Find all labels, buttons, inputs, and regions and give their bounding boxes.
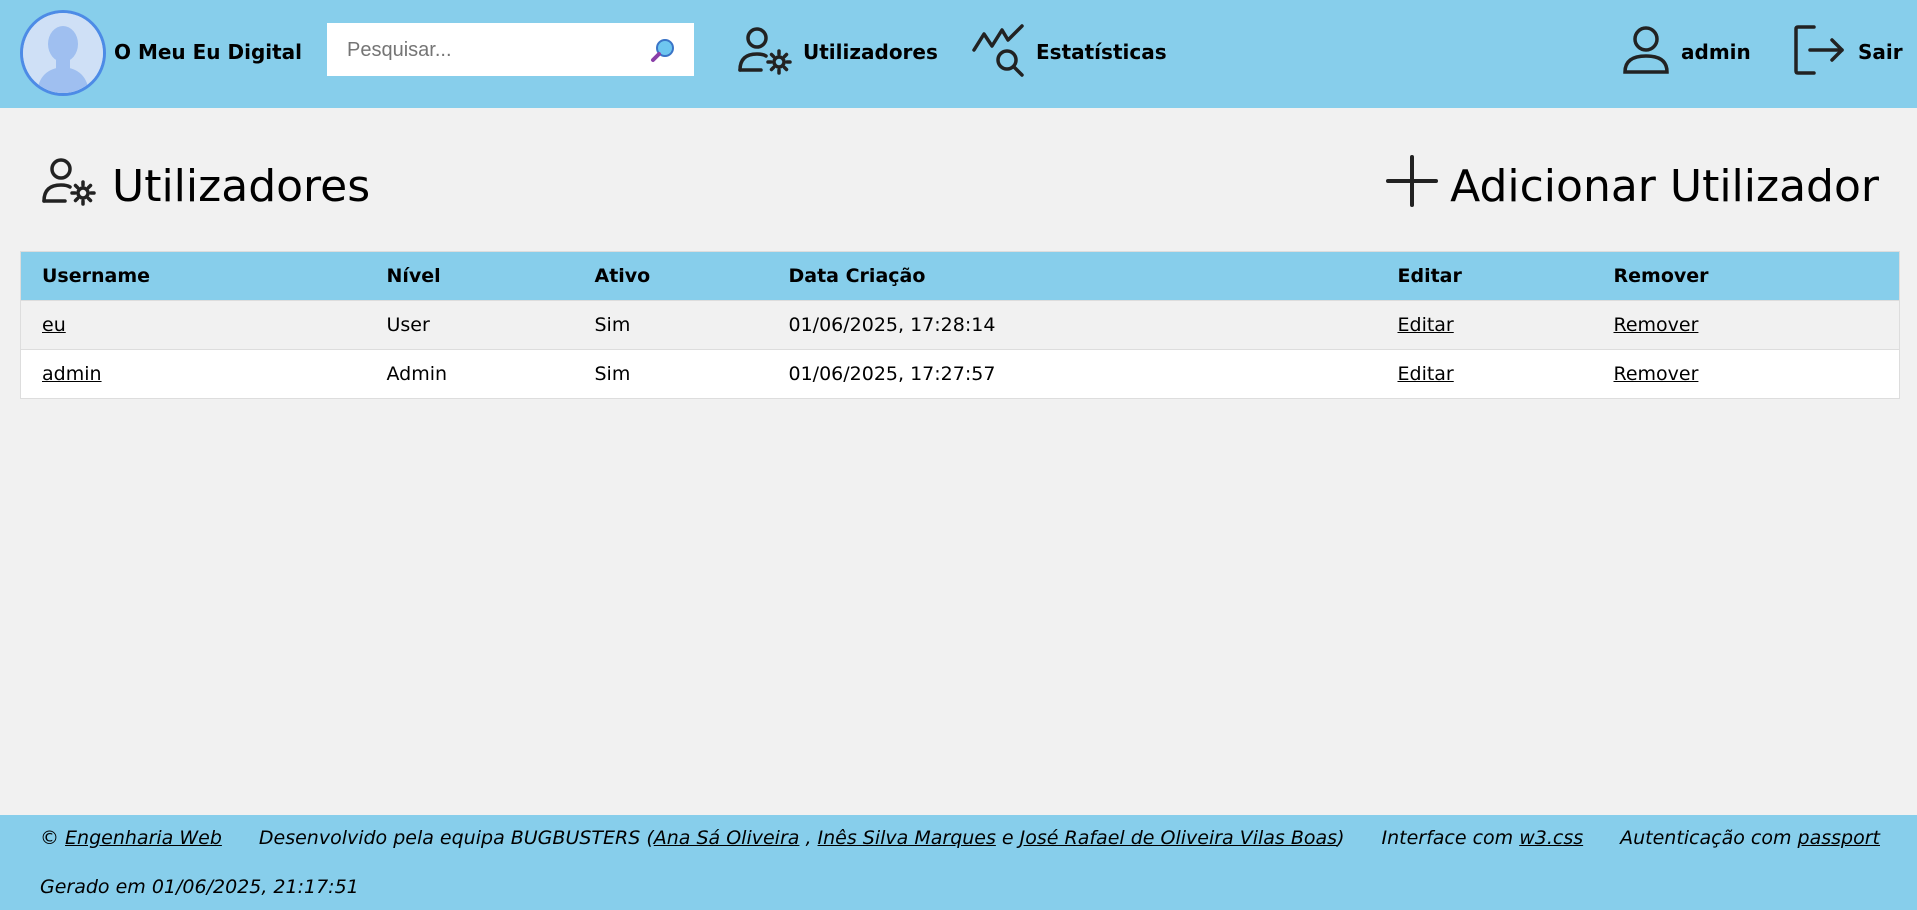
developer-link[interactable]: José Rafael de Oliveira Vilas Boas [1020, 827, 1337, 849]
nav-logout[interactable]: Sair [1792, 22, 1903, 82]
user-gear-icon [40, 155, 112, 218]
team-prefix: Desenvolvido pela equipa BUGBUSTERS ( [258, 827, 654, 849]
cell-active: Sim [573, 349, 768, 399]
username-link[interactable]: admin [42, 363, 102, 385]
footer-auth: Autenticação com passport [1620, 827, 1880, 849]
w3css-link[interactable]: w3.css [1519, 827, 1583, 849]
cell-level: Admin [365, 349, 574, 399]
nav-users[interactable]: Utilizadores [737, 22, 938, 82]
cell-edit: Editar [1376, 300, 1593, 350]
interface-prefix: Interface com [1381, 827, 1520, 849]
auth-prefix: Autenticação com [1620, 827, 1798, 849]
footer-interface: Interface com w3.css [1381, 827, 1583, 849]
magnifier-icon[interactable] [650, 37, 676, 63]
page-title: Utilizadores [40, 155, 370, 218]
user-avatar-icon[interactable] [20, 10, 106, 96]
username-link[interactable]: eu [42, 314, 66, 336]
team-separator: , [799, 827, 818, 849]
search-box [327, 23, 694, 78]
page-footer: © Engenharia Web Desenvolvido pela equip… [0, 815, 1917, 910]
nav-account[interactable]: admin [1621, 22, 1751, 82]
cell-remove: Remover [1592, 349, 1900, 399]
remove-link[interactable]: Remover [1614, 314, 1699, 336]
cell-remove: Remover [1592, 300, 1900, 350]
table-header-row: Username Nível Ativo Data Criação Editar… [20, 251, 1900, 301]
column-header-created: Data Criação [767, 251, 1377, 301]
search-input[interactable] [327, 23, 649, 78]
plus-icon [1386, 155, 1450, 218]
column-header-remove: Remover [1592, 251, 1900, 301]
cell-username: eu [20, 300, 366, 350]
nav-statistics-label: Estatísticas [1036, 40, 1167, 64]
footer-course: © Engenharia Web [40, 827, 222, 849]
developer-link[interactable]: Ana Sá Oliveira [654, 827, 800, 849]
user-gear-icon [737, 24, 803, 81]
add-user-button[interactable]: Adicionar Utilizador [1386, 155, 1879, 218]
passport-link[interactable]: passport [1798, 827, 1880, 849]
generated-timestamp: Gerado em 01/06/2025, 21:17:51 [40, 876, 359, 898]
top-navbar: O Meu Eu Digital Utilizadores [0, 0, 1917, 108]
column-header-level: Nível [365, 251, 574, 301]
footer-team: Desenvolvido pela equipa BUGBUSTERS (Ana… [259, 827, 1345, 849]
cell-edit: Editar [1376, 349, 1593, 399]
cell-active: Sim [573, 300, 768, 350]
brand-name[interactable]: O Meu Eu Digital [114, 40, 302, 64]
add-user-label: Adicionar Utilizador [1450, 161, 1879, 212]
cell-created: 01/06/2025, 17:28:14 [767, 300, 1377, 350]
nav-users-label: Utilizadores [803, 40, 938, 64]
developer-link[interactable]: Inês Silva Marques [818, 827, 996, 849]
cell-level: User [365, 300, 574, 350]
column-header-active: Ativo [573, 251, 768, 301]
team-suffix: ) [1337, 827, 1345, 849]
users-table: Username Nível Ativo Data Criação Editar… [20, 251, 1900, 399]
page-title-text: Utilizadores [112, 161, 371, 212]
team-separator: e [995, 827, 1020, 849]
nav-account-label: admin [1681, 40, 1751, 64]
footer-credits: © Engenharia Web Desenvolvido pela equip… [40, 827, 1880, 849]
cell-created: 01/06/2025, 17:27:57 [767, 349, 1377, 399]
course-link[interactable]: Engenharia Web [65, 827, 222, 849]
table-row: admin Admin Sim 01/06/2025, 17:27:57 Edi… [20, 349, 1900, 399]
user-icon [1621, 24, 1681, 81]
nav-statistics[interactable]: Estatísticas [972, 22, 1167, 82]
logout-icon [1792, 23, 1858, 82]
column-header-username: Username [20, 251, 366, 301]
column-header-edit: Editar [1376, 251, 1593, 301]
nav-logout-label: Sair [1858, 40, 1903, 64]
remove-link[interactable]: Remover [1614, 363, 1699, 385]
table-row: eu User Sim 01/06/2025, 17:28:14 Editar … [20, 300, 1900, 350]
cell-username: admin [20, 349, 366, 399]
edit-link[interactable]: Editar [1398, 314, 1454, 336]
chart-search-icon [972, 22, 1036, 83]
copyright-symbol: © [40, 827, 59, 849]
edit-link[interactable]: Editar [1398, 363, 1454, 385]
